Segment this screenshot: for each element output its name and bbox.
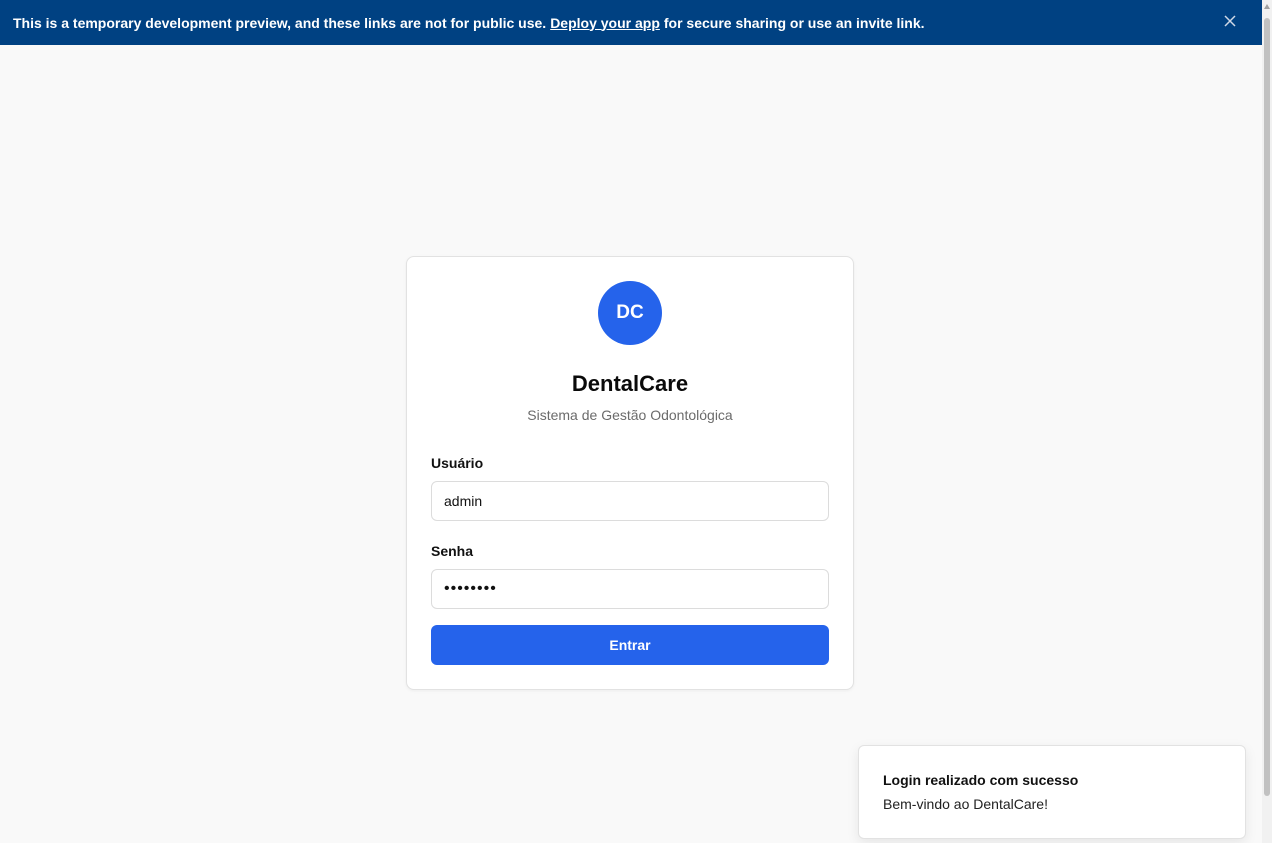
password-label: Senha (431, 543, 474, 559)
login-card: DC DentalCare Sistema de Gestão Odontoló… (406, 256, 854, 690)
app-subtitle: Sistema de Gestão Odontológica (527, 407, 733, 423)
dev-preview-banner: This is a temporary development preview,… (0, 0, 1262, 45)
close-icon (1224, 15, 1236, 27)
banner-close-button[interactable] (1220, 11, 1240, 31)
login-button[interactable]: Entrar (431, 625, 829, 665)
logo-avatar: DC (598, 281, 662, 345)
username-label: Usuário (431, 455, 484, 471)
page-scrollbar[interactable] (1262, 0, 1272, 843)
scrollbar-thumb[interactable] (1264, 18, 1270, 796)
toast-title: Login realizado com sucesso (883, 772, 1079, 788)
banner-text: This is a temporary development preview,… (13, 14, 547, 31)
banner-text-after: for secure sharing or use an invite link… (663, 14, 925, 31)
success-toast[interactable]: Login realizado com sucesso Bem-vindo ao… (858, 745, 1246, 839)
toast-description: Bem-vindo ao DentalCare! (883, 796, 1048, 812)
password-input[interactable]: •••••••• (431, 569, 829, 609)
app-title: DentalCare (571, 371, 689, 396)
deploy-app-link[interactable]: Deploy your app (550, 15, 660, 31)
scroll-up-arrow-icon[interactable] (1264, 4, 1270, 9)
username-input[interactable]: admin (431, 481, 829, 521)
